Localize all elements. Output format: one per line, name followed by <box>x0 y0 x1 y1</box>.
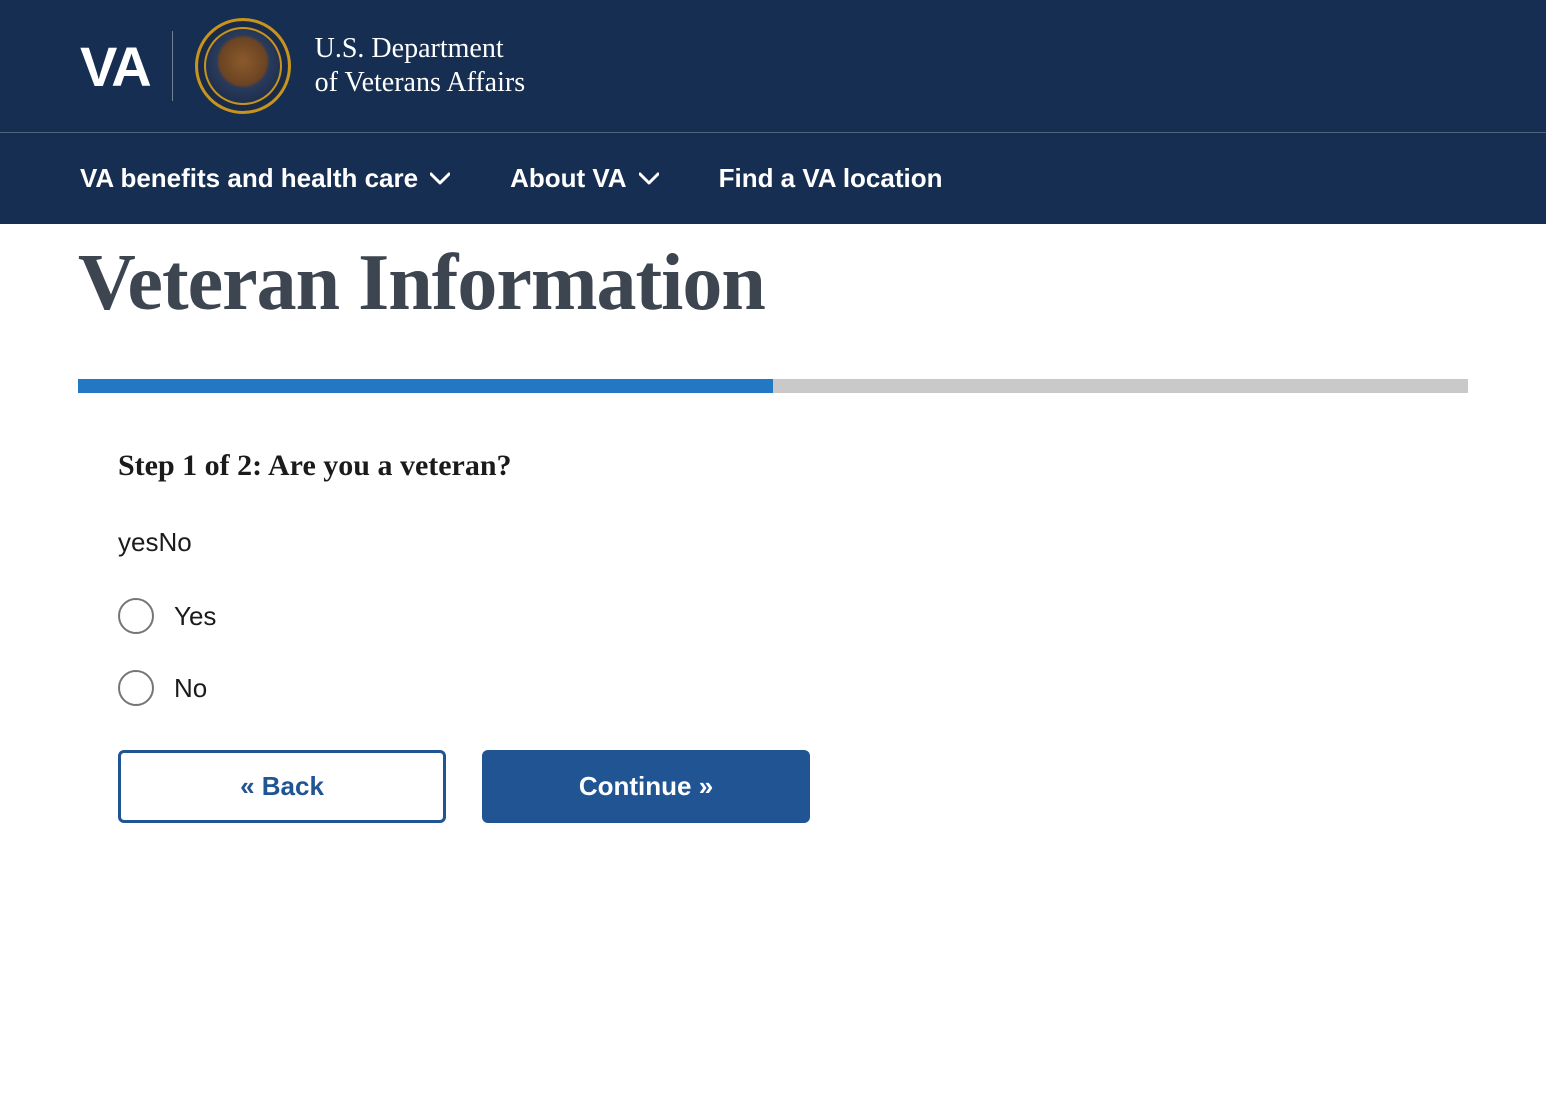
progress-fill <box>78 379 773 393</box>
continue-button[interactable]: Continue » <box>482 750 810 823</box>
radio-label-no: No <box>174 673 207 704</box>
radio-option-no[interactable]: No <box>118 670 1468 706</box>
nav-about-label: About VA <box>510 163 627 194</box>
fieldset-legend: yesNo <box>118 527 1468 558</box>
main-content: Veteran Information Step 1 of 2: Are you… <box>0 238 1546 903</box>
chevron-down-icon <box>430 172 450 186</box>
chevron-down-icon <box>639 172 659 186</box>
radio-icon <box>118 598 154 634</box>
nav-find-location[interactable]: Find a VA location <box>719 133 943 224</box>
dept-line-2: of Veterans Affairs <box>315 66 525 100</box>
va-logo: VA <box>80 34 150 99</box>
radio-icon <box>118 670 154 706</box>
progress-bar <box>78 379 1468 393</box>
button-row: « Back Continue » <box>118 750 1468 823</box>
dept-line-1: U.S. Department <box>315 32 525 66</box>
page-title: Veteran Information <box>78 238 1468 329</box>
department-name: U.S. Department of Veterans Affairs <box>315 32 525 99</box>
header: VA U.S. Department of Veterans Affairs V… <box>0 0 1546 224</box>
back-button[interactable]: « Back <box>118 750 446 823</box>
va-seal-icon <box>195 18 291 114</box>
header-top: VA U.S. Department of Veterans Affairs <box>0 0 1546 133</box>
logo-divider <box>172 31 173 101</box>
nav-benefits-label: VA benefits and health care <box>80 163 418 194</box>
nav-find-location-label: Find a VA location <box>719 163 943 194</box>
nav-benefits[interactable]: VA benefits and health care <box>80 133 450 224</box>
radio-label-yes: Yes <box>174 601 216 632</box>
nav-about[interactable]: About VA <box>510 133 659 224</box>
step-heading: Step 1 of 2: Are you a veteran? <box>118 449 1468 483</box>
radio-group-veteran: Yes No <box>118 598 1468 706</box>
radio-option-yes[interactable]: Yes <box>118 598 1468 634</box>
main-nav: VA benefits and health care About VA Fin… <box>0 133 1546 224</box>
